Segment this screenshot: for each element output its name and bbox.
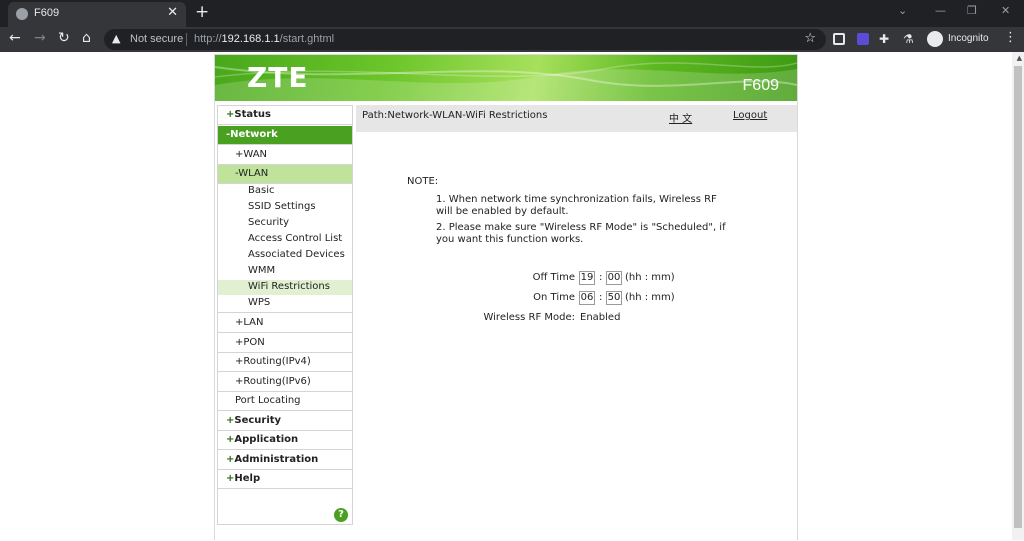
menu-wlan-security[interactable]: Security — [218, 216, 352, 231]
on-time-colon: : — [599, 292, 603, 303]
extension-icon[interactable] — [857, 33, 869, 45]
menu-security[interactable]: +Security — [218, 412, 352, 431]
not-secure-label[interactable]: Not secure — [130, 33, 183, 45]
off-time-hour-input[interactable]: 19 — [579, 271, 595, 285]
off-time-unit: (hh : mm) — [625, 272, 675, 283]
main-content: Path:Network-WLAN-WiFi Restrictions 中 文 … — [356, 105, 797, 541]
puzzle-icon[interactable]: ✚ — [879, 32, 889, 46]
menu-administration[interactable]: +Administration — [218, 451, 352, 470]
incognito-label[interactable]: Incognito — [948, 33, 989, 44]
forward-icon[interactable]: → — [34, 30, 46, 46]
menu-lan[interactable]: +LAN — [218, 314, 352, 333]
bookmark-star-icon[interactable]: ☆ — [804, 31, 816, 46]
language-switch-link[interactable]: 中 文 — [669, 110, 692, 125]
browser-tab-strip: F609 ✕ + ⌄ — ❐ ✕ — [0, 0, 1024, 27]
rf-mode-label: Wireless RF Mode: — [483, 312, 575, 323]
menu-wmm[interactable]: WMM — [218, 264, 352, 279]
on-time-hour-input[interactable]: 06 — [579, 291, 595, 305]
scroll-up-icon[interactable]: ▲ — [1017, 54, 1022, 62]
zte-logo: ZTE — [247, 61, 309, 94]
restore-icon[interactable]: ❐ — [967, 4, 977, 17]
menu-pon[interactable]: +PON — [218, 334, 352, 353]
on-time-label: On Time — [533, 292, 575, 303]
url-scheme: http:// — [194, 33, 222, 45]
browser-toolbar: ← → ↻ ⌂ ▲ Not secure http://192.168.1.1/… — [0, 27, 1024, 52]
minimize-icon[interactable]: — — [935, 4, 946, 17]
menu-wlan[interactable]: -WLAN — [218, 165, 352, 184]
menu-status[interactable]: +Status — [218, 106, 352, 125]
browser-tab[interactable]: F609 ✕ — [8, 2, 186, 27]
breadcrumb-path: Path:Network-WLAN-WiFi Restrictions — [362, 110, 548, 121]
help-question-icon[interactable]: ? — [334, 508, 348, 522]
header-banner: ZTE F609 — [215, 55, 797, 101]
note-item-1: 1. When network time synchronization fai… — [436, 194, 717, 217]
menu-network[interactable]: -Network — [218, 126, 352, 145]
off-time-colon: : — [599, 272, 603, 283]
menu-security-label: Security — [234, 415, 282, 426]
new-tab-icon[interactable]: + — [195, 2, 209, 22]
url-path: /start.ghtml — [279, 33, 335, 45]
close-tab-icon[interactable]: ✕ — [167, 5, 178, 20]
scroll-thumb[interactable] — [1014, 66, 1022, 528]
menu-routing-ipv6[interactable]: +Routing(IPv6) — [218, 373, 352, 392]
back-icon[interactable]: ← — [9, 30, 21, 46]
note-item-2: 2. Please make sure "Wireless RF Mode" i… — [436, 222, 726, 245]
note-title: NOTE: — [407, 176, 439, 187]
menu-ssid-settings[interactable]: SSID Settings — [218, 200, 352, 215]
menu-wifi-restrictions[interactable]: WiFi Restrictions — [218, 280, 352, 295]
cast-icon[interactable] — [833, 33, 845, 45]
off-time-label: Off Time — [532, 272, 575, 283]
window-close-icon[interactable]: ✕ — [1001, 4, 1010, 17]
rf-mode-value: Enabled — [580, 312, 621, 323]
tab-title: F609 — [34, 7, 60, 19]
vertical-scrollbar[interactable]: ▲ — [1012, 52, 1024, 540]
kebab-menu-icon[interactable]: ⋮ — [1004, 30, 1017, 45]
menu-access-control-list[interactable]: Access Control List — [218, 232, 352, 247]
path-bar: Path:Network-WLAN-WiFi Restrictions 中 文 … — [356, 105, 797, 132]
incognito-icon[interactable] — [927, 31, 943, 47]
left-menu: +Status -Network +WAN -WLAN Basic SSID S… — [217, 105, 353, 525]
menu-help-label: Help — [234, 473, 261, 484]
model-name: F609 — [742, 77, 779, 94]
omnibox-divider — [186, 33, 187, 46]
address-bar[interactable]: ▲ Not secure http://192.168.1.1/start.gh… — [104, 29, 826, 50]
menu-wlan-basic[interactable]: Basic — [218, 184, 352, 199]
menu-status-label: Status — [234, 109, 271, 120]
on-time-minute-input[interactable]: 50 — [606, 291, 622, 305]
router-frame: ZTE F609 +Status -Network +WAN -WLAN Bas… — [214, 54, 798, 540]
menu-application[interactable]: +Application — [218, 431, 352, 450]
lab-flask-icon[interactable]: ⚗ — [903, 32, 914, 46]
menu-routing-ipv4[interactable]: +Routing(IPv4) — [218, 353, 352, 372]
page-viewport: ▲ ZTE F609 +Status -Network +WAN -WLAN B… — [0, 52, 1024, 540]
url-host: 192.168.1.1 — [221, 33, 280, 45]
url-text[interactable]: http://192.168.1.1/start.ghtml — [194, 33, 334, 45]
menu-administration-label: Administration — [234, 454, 319, 465]
on-time-unit: (hh : mm) — [625, 292, 675, 303]
reload-icon[interactable]: ↻ — [58, 30, 70, 46]
menu-help[interactable]: +Help — [218, 470, 352, 489]
tab-search-icon[interactable]: ⌄ — [898, 4, 907, 17]
menu-port-locating[interactable]: Port Locating — [218, 392, 352, 411]
off-time-minute-input[interactable]: 00 — [606, 271, 622, 285]
menu-associated-devices[interactable]: Associated Devices — [218, 248, 352, 263]
home-icon[interactable]: ⌂ — [82, 30, 91, 46]
globe-icon — [16, 8, 28, 20]
menu-wps[interactable]: WPS — [218, 296, 352, 313]
menu-application-label: Application — [234, 434, 299, 445]
warning-icon[interactable]: ▲ — [112, 32, 120, 45]
logout-link[interactable]: Logout — [733, 110, 767, 121]
menu-wan[interactable]: +WAN — [218, 146, 352, 165]
